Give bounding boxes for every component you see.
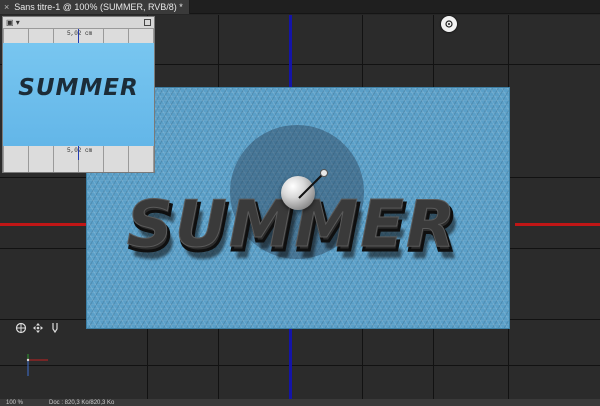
preview-ruler-top: 5,02 cm — [3, 29, 154, 43]
ruler-marker — [78, 146, 79, 160]
preview-text: SUMMER — [18, 75, 139, 101]
status-bar: 100 % Doc : 820,3 Ko/820,3 Ko — [0, 399, 600, 406]
zoom-level[interactable]: 100 % — [6, 400, 23, 406]
ruler-marker — [78, 29, 79, 43]
light-sphere-widget[interactable] — [281, 176, 315, 210]
x-axis-line-right — [515, 223, 600, 226]
panel-expand-icon[interactable] — [144, 19, 151, 26]
document-tab[interactable]: × Sans titre-1 @ 100% (SUMMER, RVB/8) * — [0, 0, 190, 14]
rotate-3d-icon[interactable] — [15, 321, 27, 334]
x-axis-line-left — [0, 223, 86, 226]
document-tab-title: Sans titre-1 @ 100% (SUMMER, RVB/8) * — [14, 2, 183, 12]
preview-panel-bar: ▣ ▾ — [3, 17, 154, 29]
panel-menu-icon[interactable]: ▣ ▾ — [6, 18, 20, 27]
zoom-3d-icon[interactable] — [49, 321, 61, 334]
axis-gizmo-icon — [26, 354, 48, 376]
close-icon[interactable]: × — [4, 2, 9, 12]
ruler-bottom-label: 5,02 cm — [67, 147, 93, 154]
pan-3d-icon[interactable] — [32, 321, 44, 333]
3d-camera-tools — [15, 321, 61, 334]
ruler-top-label: 5,02 cm — [67, 30, 93, 37]
preview-ruler-bottom: 5,02 cm — [3, 146, 154, 172]
grid-line — [0, 365, 600, 366]
cursor-icon — [441, 16, 457, 32]
doc-size: Doc : 820,3 Ko/820,3 Ko — [49, 399, 115, 406]
3d-preview-panel[interactable]: ▣ ▾ 5,02 cm SUMMER 5,02 cm — [2, 16, 155, 173]
preview-canvas: SUMMER — [3, 43, 154, 146]
